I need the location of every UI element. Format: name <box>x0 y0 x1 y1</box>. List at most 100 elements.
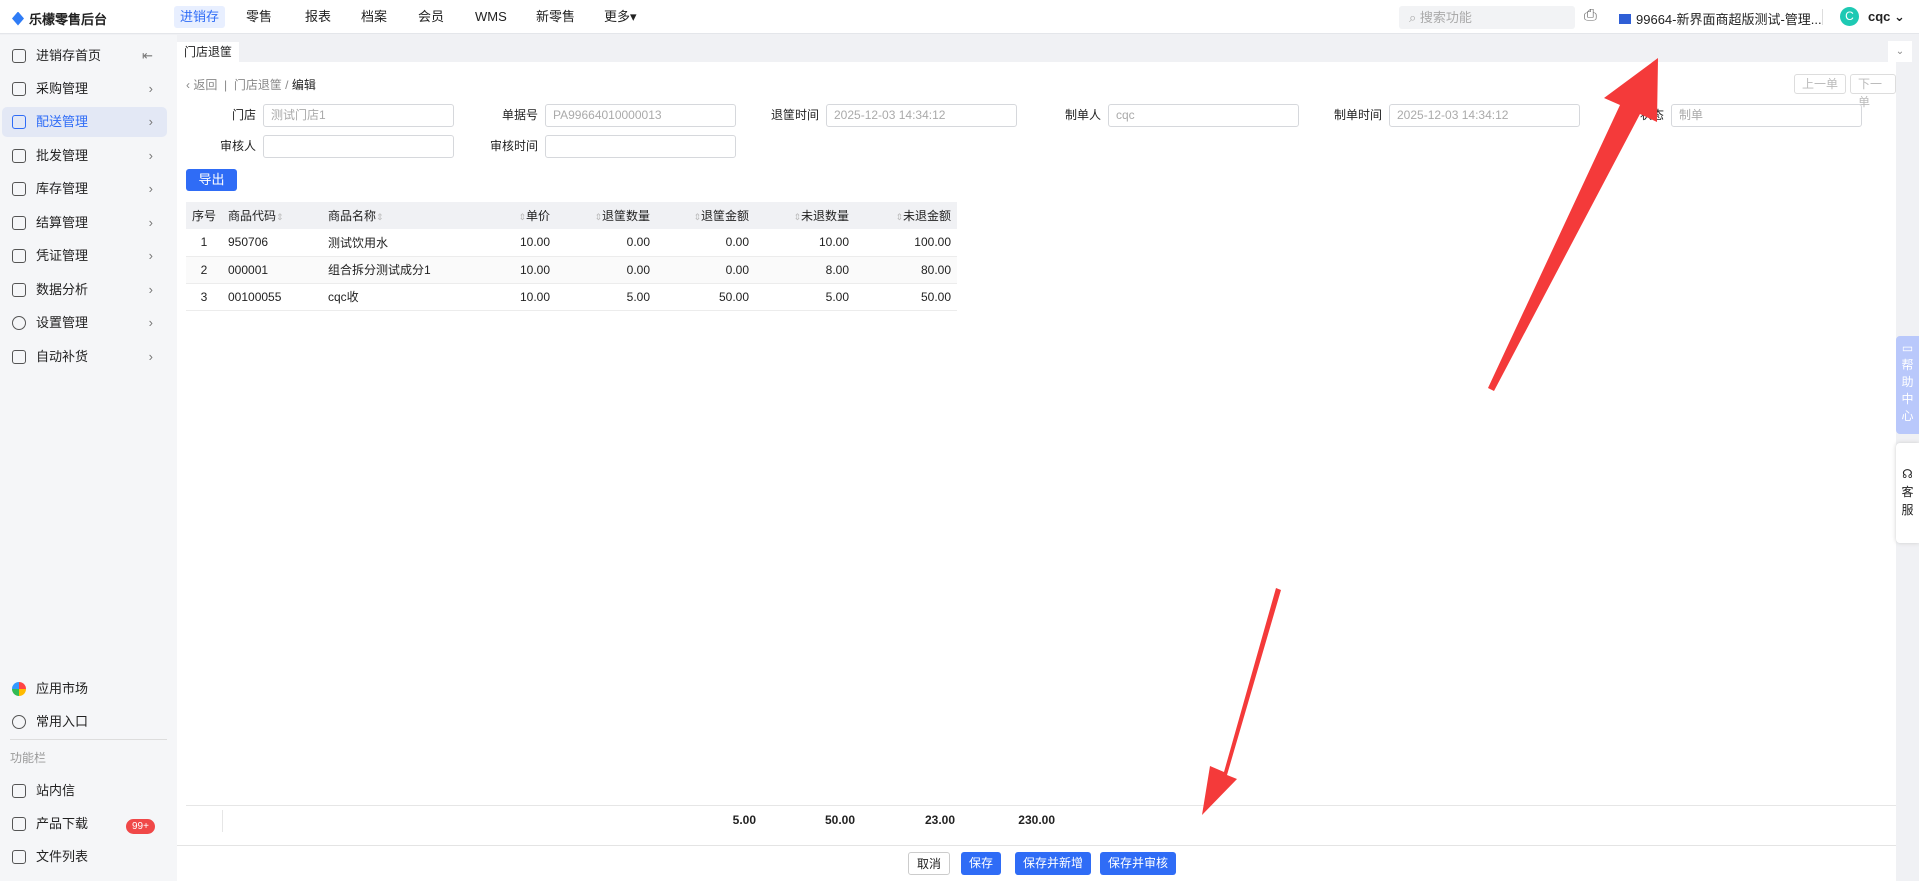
product-download[interactable]: 产品下载 <box>2 809 167 839</box>
favorites[interactable]: 常用入口 <box>2 707 167 737</box>
cell: 000001 <box>222 256 322 284</box>
sidebar-item-distribution[interactable]: 配送管理 › <box>2 107 167 137</box>
col-unreturned-qty[interactable]: ⇕未退数量 <box>755 202 855 229</box>
sidebar-item-restock[interactable]: 自动补货 › <box>2 342 167 372</box>
app-market-icon <box>12 682 26 696</box>
cell: 950706 <box>222 229 322 257</box>
nav-archive[interactable]: 档案 <box>355 6 393 28</box>
download-icon <box>12 817 26 831</box>
doc-no-field[interactable]: PA99664010000013 <box>545 104 736 127</box>
help-center-button[interactable]: ▭ 帮助中心 <box>1896 336 1919 434</box>
cell: 0.00 <box>556 229 656 257</box>
customer-service-button[interactable]: ☊ 客服 <box>1896 443 1919 543</box>
create-time-label: 制单时间 <box>1333 108 1382 122</box>
collapse-icon[interactable]: ⇤ <box>142 41 153 71</box>
sidebar-item-wholesale[interactable]: 批发管理 › <box>2 141 167 171</box>
table-row[interactable]: 1 950706 测试饮用水 10.00 0.00 0.00 10.00 100.00 <box>186 229 957 257</box>
sidebar-item-settings[interactable]: 设置管理 › <box>2 308 167 338</box>
col-index: 序号 <box>186 202 222 229</box>
cell: 50.00 <box>855 283 957 311</box>
chevron-right-icon: › <box>148 315 153 330</box>
app-market[interactable]: 应用市场 <box>2 674 167 704</box>
messages[interactable]: 站内信 <box>2 776 167 806</box>
nav-retail[interactable]: 零售 <box>240 6 278 28</box>
chevron-down-icon[interactable]: ⌄ <box>1888 41 1912 62</box>
print-icon[interactable]: ⎙ <box>1584 7 1597 25</box>
col-name[interactable]: 商品名称⇕ <box>322 202 489 229</box>
cell: 2 <box>186 256 222 284</box>
nav-jxc[interactable]: 进销存 <box>174 6 226 28</box>
cell: 0.00 <box>556 256 656 284</box>
chevron-down-icon: ⌄ <box>1894 9 1905 24</box>
col-return-amt[interactable]: ⇕退筐金额 <box>656 202 755 229</box>
sidebar: 进销存首页 ⇤ 采购管理 › 配送管理 › 批发管理 › 库存管理 › 结算管理 › 凭证管… <box>0 35 177 881</box>
sidebar-item-voucher[interactable]: 凭证管理 › <box>2 241 167 271</box>
table-row[interactable]: 3 00100055 cqc收 10.00 5.00 50.00 5.00 50.00 <box>186 283 957 311</box>
save-audit-button[interactable]: 保存并审核 <box>1100 852 1177 875</box>
sidebar-item-home[interactable]: 进销存首页 ⇤ <box>2 41 167 71</box>
restock-icon <box>12 350 26 364</box>
save-new-button[interactable]: 保存并新增 <box>1015 852 1092 875</box>
col-unreturned-amt[interactable]: ⇕未退金额 <box>855 202 957 229</box>
nav-new-retail[interactable]: 新零售 <box>530 6 581 28</box>
cell: 0.00 <box>656 229 755 257</box>
chevron-right-icon: › <box>148 248 153 263</box>
file-icon <box>12 850 26 864</box>
sort-icon: ⇕ <box>518 212 526 222</box>
top-bar: 乐檬零售后台 进销存 零售 报表 档案 会员 WMS 新零售 更多▾ ⌕ 搜索功… <box>0 0 1919 34</box>
box-icon <box>12 149 26 163</box>
breadcrumb-parent[interactable]: 门店退筐 <box>234 78 282 92</box>
audit-time-label: 审核时间 <box>489 139 538 153</box>
col-price[interactable]: ⇕单价 <box>489 202 556 229</box>
auditor-field[interactable] <box>263 135 454 158</box>
store-label: 门店 <box>231 108 256 122</box>
nav-more[interactable]: 更多▾ <box>598 6 643 28</box>
app-logo[interactable]: 乐檬零售后台 <box>12 9 107 28</box>
cell: cqc收 <box>322 283 489 311</box>
nav-report[interactable]: 报表 <box>299 6 337 28</box>
gear-icon <box>12 316 26 330</box>
logo-icon <box>12 11 24 26</box>
inventory-icon <box>12 182 26 196</box>
totals-row: 5.00 50.00 23.00 230.00 <box>186 805 1896 833</box>
creator-field[interactable]: cqc <box>1108 104 1299 127</box>
sort-icon: ⇕ <box>693 212 701 222</box>
store-icon <box>1619 14 1631 24</box>
cell: 组合拆分测试成分1 <box>322 256 489 284</box>
table-row[interactable]: 2 000001 组合拆分测试成分1 10.00 0.00 0.00 8.00 80.00 <box>186 256 957 284</box>
export-button[interactable]: 导出 <box>186 169 237 191</box>
sidebar-item-inventory[interactable]: 库存管理 › <box>2 174 167 204</box>
sidebar-item-analytics[interactable]: 数据分析 › <box>2 275 167 305</box>
file-list[interactable]: 文件列表 <box>2 842 167 872</box>
headset-icon: ☊ <box>1902 467 1913 481</box>
breadcrumb: ‹ 返回 | 门店退筐 / 编辑 <box>186 78 316 92</box>
chart-icon <box>12 283 26 297</box>
nav-wms[interactable]: WMS <box>469 6 513 28</box>
save-button[interactable]: 保存 <box>961 852 1002 875</box>
home-icon <box>12 49 26 63</box>
col-code[interactable]: 商品代码⇕ <box>222 202 322 229</box>
mail-icon <box>12 784 26 798</box>
col-return-qty[interactable]: ⇕退筐数量 <box>556 202 656 229</box>
sidebar-item-purchase[interactable]: 采购管理 › <box>2 74 167 104</box>
search-input[interactable]: ⌕ 搜索功能 <box>1399 6 1575 29</box>
cell: 50.00 <box>656 283 755 311</box>
nav-member[interactable]: 会员 <box>412 6 450 28</box>
heart-icon <box>12 715 26 729</box>
chevron-right-icon: › <box>148 148 153 163</box>
tab-store-return[interactable]: 门店退筐 <box>177 42 240 62</box>
audit-time-field[interactable] <box>545 135 736 158</box>
next-button[interactable]: 下一单 <box>1850 74 1896 109</box>
store-field[interactable]: 测试门店1 <box>263 104 454 127</box>
status-field[interactable]: 制单 <box>1671 104 1862 127</box>
user-menu[interactable]: cqc ⌄ <box>1868 9 1905 25</box>
sidebar-item-settlement[interactable]: 结算管理 › <box>2 208 167 238</box>
cancel-button[interactable]: 取消 <box>908 852 951 875</box>
store-selector[interactable]: 99664-新界面商超版测试-管理... <box>1619 9 1822 28</box>
avatar[interactable]: C <box>1840 7 1859 26</box>
create-time-field[interactable]: 2025-12-03 14:34:12 <box>1389 104 1580 127</box>
prev-button[interactable]: 上一单 <box>1794 74 1847 94</box>
back-link[interactable]: ‹ 返回 <box>186 78 217 92</box>
chevron-right-icon: › <box>148 349 153 364</box>
return-time-field[interactable]: 2025-12-03 14:34:12 <box>826 104 1017 127</box>
